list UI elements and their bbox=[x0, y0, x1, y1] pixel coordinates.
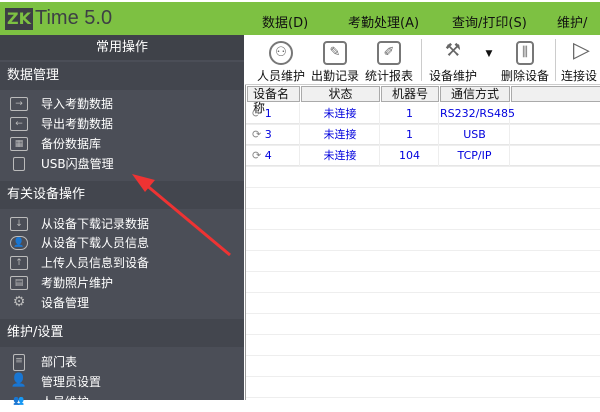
red-arrow-annotation bbox=[132, 174, 231, 257]
